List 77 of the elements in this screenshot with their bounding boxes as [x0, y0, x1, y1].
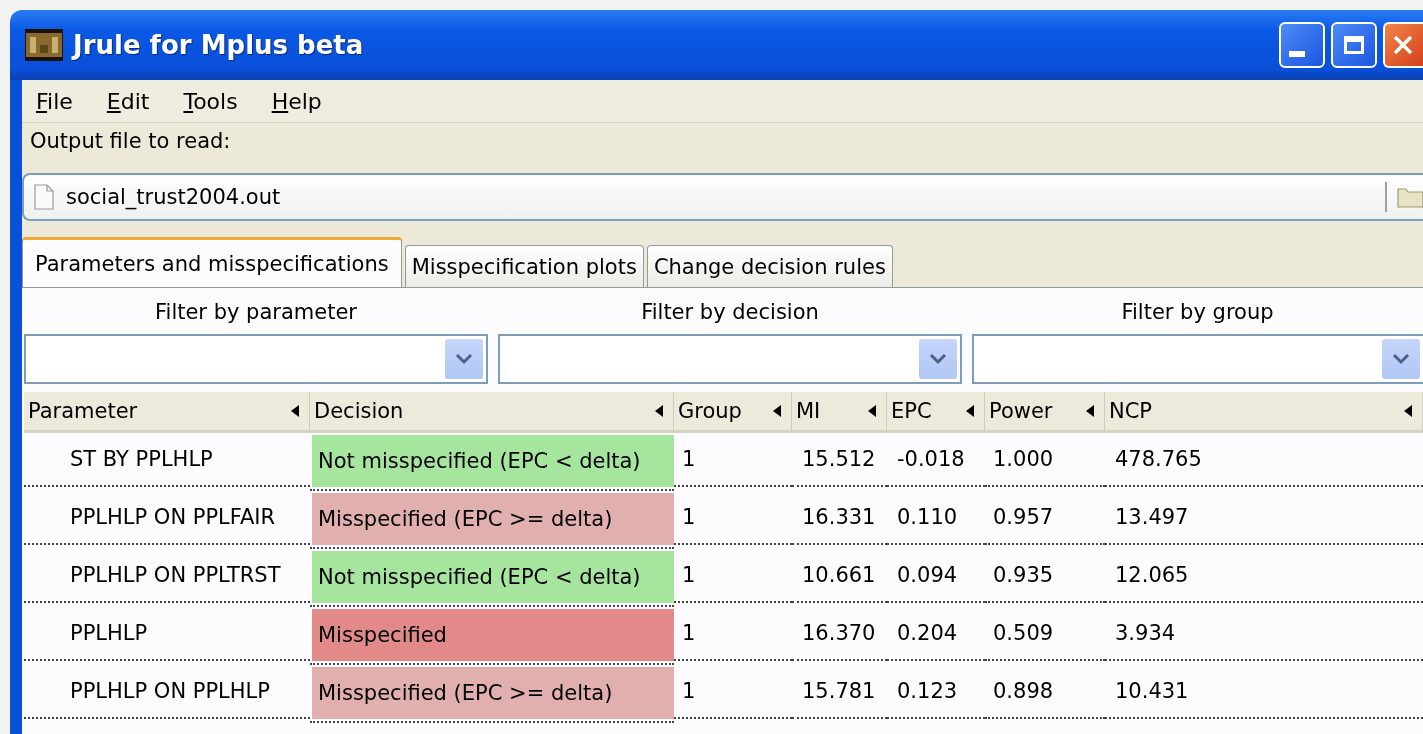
group-cell: 1 [682, 447, 696, 471]
sort-arrow-icon [1404, 405, 1412, 417]
column-header[interactable]: Decision [310, 392, 674, 433]
decision-cell: Not misspecified (EPC < delta) [312, 435, 674, 487]
epc-cell: -0.018 [897, 447, 965, 471]
dropdown-button[interactable] [445, 339, 483, 379]
mi-cell: 16.331 [802, 505, 876, 529]
menu-item[interactable]: Tools [183, 88, 238, 114]
dropdown-button[interactable] [919, 339, 957, 379]
sort-arrow-icon [1086, 405, 1094, 417]
mi-cell: 16.370 [802, 621, 876, 645]
filter-label: Filter by decision [640, 299, 820, 326]
power-cell: 0.509 [993, 621, 1054, 645]
ncp-cell: 3.934 [1115, 621, 1176, 645]
close-button[interactable] [1383, 22, 1423, 68]
column-header[interactable]: NCP [1105, 392, 1423, 433]
chevron-down-icon [929, 353, 947, 365]
filter-dropdown[interactable] [498, 334, 962, 384]
sort-arrow-icon [655, 405, 663, 417]
group-cell: 1 [682, 563, 696, 587]
tab[interactable]: Misspecification plots [404, 245, 644, 287]
ncp-cell: 10.431 [1115, 679, 1189, 703]
epc-cell: 0.204 [897, 621, 958, 645]
field-label: Output file to read: [29, 128, 232, 155]
chevron-down-icon [455, 353, 473, 365]
dropdown-button[interactable] [1382, 339, 1420, 379]
parameter-cell: ST BY PPLHLP [70, 447, 213, 471]
group-cell: 1 [682, 505, 696, 529]
ncp-cell: 13.497 [1115, 505, 1189, 529]
ncp-cell: 12.065 [1115, 563, 1189, 587]
file-field[interactable]: social_trust2004.out [22, 173, 1423, 221]
parameter-cell: PPLHLP ON PPLHLP [70, 679, 270, 703]
sort-arrow-icon [868, 405, 876, 417]
filter-label: Filter by group [1120, 299, 1275, 326]
decision-cell: Misspecified (EPC >= delta) [312, 667, 674, 719]
column-header[interactable]: Power [985, 392, 1105, 433]
close-icon [1392, 34, 1414, 56]
filter-label: Filter by parameter [154, 299, 358, 326]
epc-cell: 0.123 [897, 679, 958, 703]
parameter-cell: PPLHLP ON PPLTRST [70, 563, 281, 587]
sort-arrow-icon [773, 405, 781, 417]
filter-dropdown[interactable] [24, 334, 488, 384]
group-cell: 1 [682, 621, 696, 645]
sort-arrow-icon [966, 405, 974, 417]
mi-cell: 10.661 [802, 563, 876, 587]
tab[interactable]: Parameters and misspecifications [22, 237, 402, 287]
column-header[interactable]: Group [674, 392, 792, 433]
column-header[interactable]: EPC [887, 392, 985, 433]
decision-cell: Misspecified [312, 609, 674, 661]
menu-item[interactable]: Help [271, 88, 322, 114]
menu-item[interactable]: File [36, 88, 73, 114]
maximize-button[interactable] [1331, 22, 1377, 68]
document-icon [34, 184, 54, 210]
epc-cell: 0.094 [897, 563, 958, 587]
mi-cell: 15.781 [802, 679, 876, 703]
mi-cell: 15.512 [802, 447, 876, 471]
decision-cell: Not misspecified (EPC < delta) [312, 551, 674, 603]
decision-cell: Misspecified (EPC >= delta) [312, 493, 674, 545]
power-cell: 1.000 [993, 447, 1054, 471]
power-cell: 0.957 [993, 505, 1054, 529]
ncp-cell: 478.765 [1115, 447, 1202, 471]
sort-arrow-icon [291, 405, 299, 417]
column-header[interactable]: Parameter [24, 392, 310, 433]
epc-cell: 0.110 [897, 505, 958, 529]
app-icon [25, 29, 63, 61]
parameter-cell: PPLHLP [70, 621, 148, 645]
parameter-cell: PPLHLP ON PPLFAIR [70, 505, 276, 529]
power-cell: 0.935 [993, 563, 1054, 587]
minimize-button[interactable] [1279, 22, 1325, 68]
column-header[interactable]: MI [792, 392, 887, 433]
power-cell: 0.898 [993, 679, 1054, 703]
filter-dropdown[interactable] [972, 334, 1423, 384]
tab[interactable]: Change decision rules [646, 245, 893, 287]
window-title: Jrule for Mplus beta [73, 30, 365, 60]
menu-item[interactable]: Edit [106, 88, 150, 114]
group-cell: 1 [682, 679, 696, 703]
chevron-down-icon [1392, 353, 1410, 365]
